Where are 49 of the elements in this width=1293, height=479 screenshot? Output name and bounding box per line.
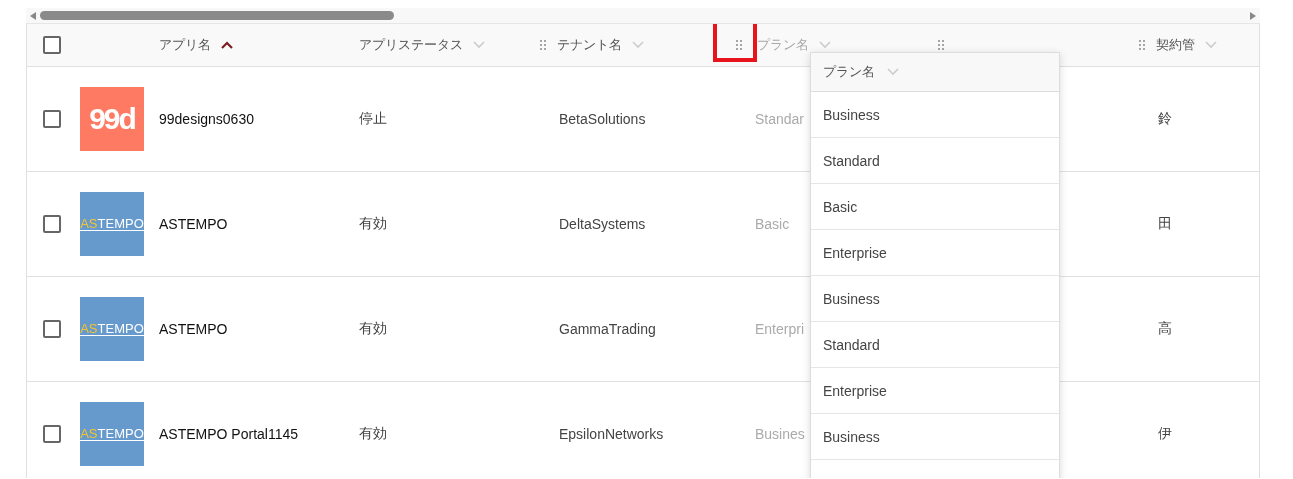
plan-item: Business (811, 276, 1059, 322)
table-cell: ASTEMPO (159, 321, 228, 337)
table-cell: DeltaSystems (559, 216, 646, 232)
column-header: プラン名 (823, 63, 875, 81)
sort-ascending-icon[interactable] (221, 41, 233, 49)
drag-handle-icon[interactable] (937, 39, 945, 51)
table-cell: 鈴 (1158, 110, 1172, 128)
column-header[interactable]: アプリ名 (159, 36, 211, 54)
table-cell: 田 (1158, 215, 1172, 233)
plan-item: Basic (811, 184, 1059, 230)
table-cell: ASTEMPO (159, 216, 228, 232)
table-cell: 99designs0630 (159, 111, 254, 127)
table-cell: 有効 (359, 425, 387, 443)
table-cell: BetaSolutions (559, 111, 646, 127)
row-checkbox[interactable] (43, 425, 61, 443)
drag-handle-icon[interactable] (539, 39, 547, 51)
table-cell: ASTEMPO Portal1145 (159, 426, 299, 442)
table-cell: EpsilonNetworks (559, 426, 664, 442)
plan-item: Business (811, 414, 1059, 460)
app-logo: ASTEMPO (80, 402, 144, 466)
table-cell: 有効 (359, 215, 387, 233)
scroll-right-icon[interactable] (1250, 11, 1256, 20)
select-all-checkbox[interactable] (43, 36, 61, 54)
table-cell: Standar (755, 111, 805, 127)
table-cell: 伊 (1158, 425, 1172, 443)
drag-handle-icon[interactable] (735, 39, 743, 51)
table-cell: Busines (755, 426, 805, 442)
row-checkbox[interactable] (43, 215, 61, 233)
plan-item: Standard (811, 138, 1059, 184)
scroll-left-icon[interactable] (30, 11, 36, 20)
column-header[interactable]: アプリステータス (359, 36, 463, 54)
app-logo: ASTEMPO (80, 297, 144, 361)
drag-handle-icon[interactable] (1138, 39, 1146, 51)
plan-item: Enterprise (811, 230, 1059, 276)
table-cell: GammaTrading (559, 321, 656, 337)
plan-item: Enterprise (811, 368, 1059, 414)
table-cell: Basic (755, 216, 790, 232)
app-logo: ASTEMPO (80, 192, 144, 256)
app-logo: 99d (80, 87, 144, 151)
table-cell: 停止 (359, 110, 387, 128)
plan-item: Business (811, 92, 1059, 138)
column-header[interactable]: テナント名 (557, 36, 622, 54)
plan-item: Standard (811, 322, 1059, 368)
column-header[interactable]: 契約管 (1156, 36, 1195, 54)
table-cell: 有効 (359, 320, 387, 338)
table-cell: 高 (1158, 320, 1172, 338)
row-checkbox[interactable] (43, 320, 61, 338)
table-cell: Enterpri (755, 321, 805, 337)
row-checkbox[interactable] (43, 110, 61, 128)
